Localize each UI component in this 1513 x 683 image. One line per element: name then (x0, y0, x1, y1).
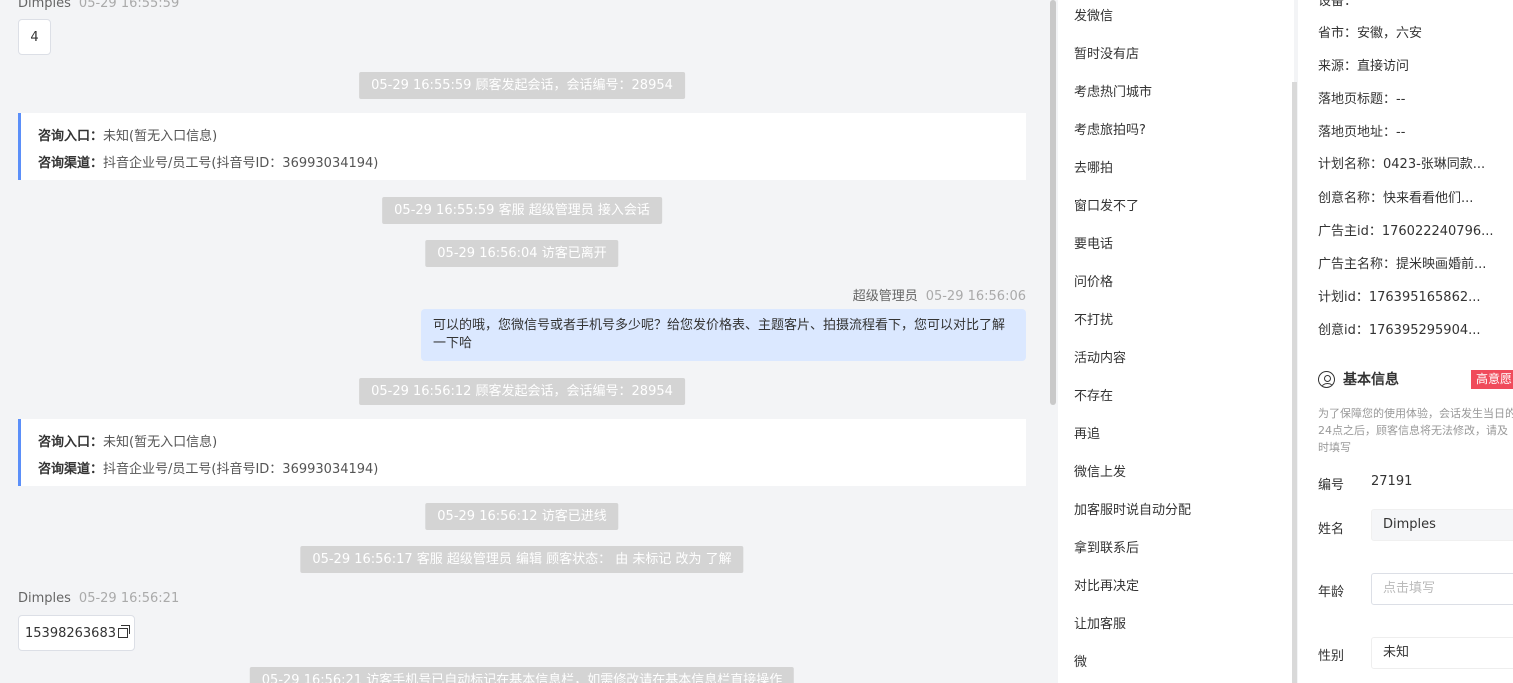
consult-info-card: 咨询入口：未知(暂无入口信息) 咨询渠道：抖音企业号/员工号(抖音号ID：369… (18, 419, 1026, 486)
message-sender: Dimples 05-29 16:56:21 (18, 591, 179, 606)
message-text: 15398263683 (25, 625, 116, 641)
sender-name: Dimples (18, 0, 71, 11)
advertiser-id-info: 广告主id：176022240796... (1318, 224, 1494, 239)
channel-value: 抖音企业号/员工号(抖音号ID：36993034194) (103, 462, 379, 477)
landing-title-info: 落地页标题：-- (1318, 92, 1406, 107)
copy-icon[interactable] (117, 625, 130, 638)
system-message: 05-29 16:56:17 客服 超级管理员 编辑 顾客状态： 由 未标记 改… (300, 546, 744, 573)
visitor-message-bubble[interactable]: 15398263683 (18, 615, 135, 651)
quick-reply-scrollbar[interactable] (1292, 82, 1297, 683)
quick-reply-item[interactable]: 问价格 (1074, 271, 1113, 290)
quick-reply-item[interactable]: 窗口发不了 (1074, 195, 1139, 214)
message-text-line: 一下哈 (433, 336, 473, 351)
quick-reply-item[interactable]: 暂时没有店 (1074, 43, 1139, 62)
quick-reply-item[interactable]: 让加客服 (1074, 613, 1126, 632)
quick-reply-item[interactable]: 对比再决定 (1074, 575, 1139, 594)
quick-reply-item[interactable]: 微信上发 (1074, 461, 1126, 480)
age-field[interactable]: 点击填写 (1371, 573, 1513, 605)
quick-reply-item[interactable]: 再追 (1074, 423, 1100, 442)
message-text: 4 (30, 29, 39, 45)
quick-reply-item[interactable]: 加客服时说自动分配 (1074, 499, 1191, 518)
customer-info-panel: 设备： 省市：安徽，六安 来源：直接访问 落地页标题：-- 落地页地址：-- 计… (1298, 0, 1513, 683)
entry-label: 咨询入口： (38, 435, 104, 450)
creative-name-info: 创意名称：快来看看他们... (1318, 191, 1474, 206)
message-time: 05-29 16:56:06 (925, 289, 1026, 304)
age-label: 年龄 (1318, 585, 1345, 600)
basic-info-title: 基本信息 (1318, 369, 1399, 389)
quick-reply-item[interactable]: 考虑旅拍吗? (1074, 119, 1146, 138)
message-time: 05-29 16:55:59 (78, 0, 180, 11)
province-info: 省市：安徽，六安 (1318, 26, 1423, 41)
app-root: Dimples 05-29 16:55:59 4 05-29 16:55:59 顾… (0, 0, 1513, 683)
chat-scrollbar[interactable] (1050, 0, 1056, 405)
quick-reply-item[interactable]: 不打扰 (1074, 309, 1113, 328)
advertiser-name-info: 广告主名称：提米映画婚前... (1318, 257, 1487, 272)
system-message: 05-29 16:56:12 访客已进线 (425, 503, 619, 530)
message-text-line: 可以的哦，您微信号或者手机号多少呢？给您发价格表、主题客片、拍摄流程看下，您可以… (433, 318, 1006, 333)
message-time: 05-29 16:56:21 (78, 591, 180, 606)
name-label: 姓名 (1318, 522, 1345, 537)
quick-reply-list: 发微信 暂时没有店 考虑热门城市 考虑旅拍吗? 去哪拍 窗口发不了 要电话 问价… (1058, 0, 1294, 683)
system-message: 05-29 16:55:59 顾客发起会话，会话编号：28954 (359, 72, 685, 99)
creative-id-info: 创意id：176395295904... (1318, 323, 1481, 338)
system-message: 05-29 16:56:12 顾客发起会话，会话编号：28954 (359, 378, 685, 405)
entry-value: 未知(暂无入口信息) (103, 129, 218, 144)
sender-name: 超级管理员 (852, 289, 918, 304)
consult-info-card: 咨询入口：未知(暂无入口信息) 咨询渠道：抖音企业号/员工号(抖音号ID：369… (18, 113, 1026, 180)
id-label: 编号 (1318, 478, 1345, 493)
id-value: 27191 (1371, 474, 1413, 489)
system-message: 05-29 16:56:04 访客已离开 (425, 240, 619, 267)
edit-notice: 为了保障您的使用体验，会话发生当日的24点之后，顾客信息将无法修改，请及时填写 (1318, 407, 1513, 454)
system-message: 05-29 16:55:59 客服 超级管理员 接入会话 (382, 197, 662, 224)
system-message: 05-29 16:56:21 访客手机号已自动标记在基本信息栏，如需修改请在基本… (249, 667, 795, 683)
quick-reply-item[interactable]: 活动内容 (1074, 347, 1126, 366)
channel-value: 抖音企业号/员工号(抖音号ID：36993034194) (103, 156, 379, 171)
plan-id-info: 计划id：176395165862... (1318, 290, 1481, 305)
sender-name: Dimples (18, 591, 71, 606)
user-icon (1318, 370, 1335, 388)
gender-label: 性别 (1318, 649, 1345, 664)
quick-reply-item[interactable]: 考虑热门城市 (1074, 81, 1152, 100)
quick-reply-item[interactable]: 发微信 (1074, 5, 1113, 24)
agent-message-sender: 超级管理员 05-29 16:56:06 (853, 285, 1026, 304)
entry-value: 未知(暂无入口信息) (103, 435, 218, 450)
plan-name-info: 计划名称：0423-张琳同款... (1318, 157, 1486, 172)
agent-message-bubble[interactable]: 可以的哦，您微信号或者手机号多少呢？给您发价格表、主题客片、拍摄流程看下，您可以… (421, 309, 1026, 361)
quick-reply-item[interactable]: 不存在 (1074, 385, 1113, 404)
message-sender: Dimples 05-29 16:55:59 (18, 0, 179, 11)
channel-label: 咨询渠道： (38, 462, 104, 477)
quick-reply-item[interactable]: 微 (1074, 651, 1087, 670)
quick-reply-item[interactable]: 要电话 (1074, 233, 1113, 252)
section-title-text: 基本信息 (1343, 372, 1399, 388)
device-info: 设备： (1318, 0, 1358, 9)
intent-badge[interactable]: 高意愿 (1471, 370, 1513, 389)
entry-label: 咨询入口： (38, 129, 104, 144)
quick-reply-item[interactable]: 去哪拍 (1074, 157, 1113, 176)
visitor-message-bubble[interactable]: 4 (18, 19, 51, 55)
quick-reply-item[interactable]: 拿到联系后 (1074, 537, 1139, 556)
name-field[interactable]: Dimples (1371, 509, 1513, 541)
channel-label: 咨询渠道： (38, 156, 104, 171)
source-info: 来源：直接访问 (1318, 59, 1410, 74)
chat-panel: Dimples 05-29 16:55:59 4 05-29 16:55:59 顾… (0, 0, 1043, 683)
landing-url-info: 落地页地址：-- (1318, 125, 1406, 140)
gender-select[interactable]: 未知 (1371, 637, 1513, 669)
